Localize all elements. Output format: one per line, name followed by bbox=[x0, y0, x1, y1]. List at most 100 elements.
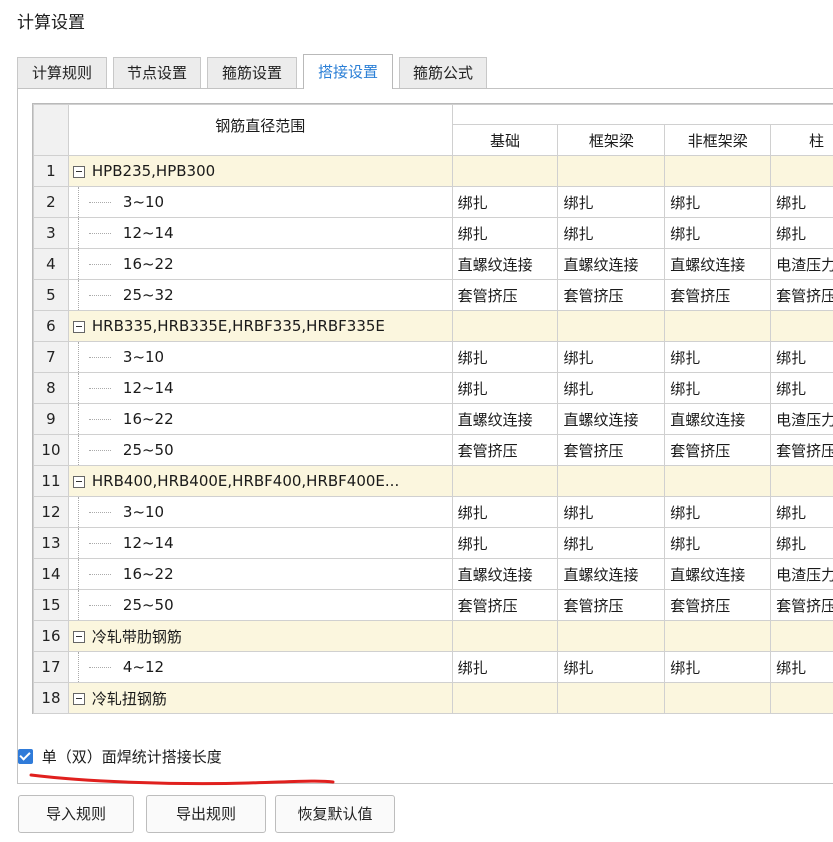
connection-method-cell[interactable] bbox=[557, 310, 666, 342]
checkbox-checked-icon[interactable] bbox=[18, 749, 33, 764]
diameter-range-cell[interactable]: 4~12 bbox=[67, 651, 453, 683]
connection-method-cell[interactable]: 绑扎 bbox=[557, 651, 666, 683]
connection-method-cell[interactable]: 直螺纹连接 bbox=[557, 403, 666, 435]
connection-method-cell[interactable]: 绑扎 bbox=[664, 341, 772, 373]
connection-method-cell[interactable]: 直螺纹连接 bbox=[557, 248, 666, 280]
connection-method-cell[interactable]: 电渣压力 bbox=[770, 248, 833, 280]
diameter-range-cell[interactable]: 25~50 bbox=[67, 589, 453, 621]
connection-method-cell[interactable]: 绑扎 bbox=[664, 372, 772, 404]
connection-method-cell[interactable]: 套管挤压 bbox=[557, 589, 666, 621]
table-row[interactable]: 1 HPB235,HPB300 bbox=[33, 155, 833, 187]
collapse-icon[interactable] bbox=[72, 320, 85, 333]
connection-method-cell[interactable]: 套管挤压 bbox=[770, 589, 833, 621]
connection-method-cell[interactable]: 绑扎 bbox=[664, 527, 772, 559]
group-row-label[interactable]: HRB335,HRB335E,HRBF335,HRBF335E bbox=[67, 310, 453, 342]
tab-stirrup-settings[interactable]: 箍筋设置 bbox=[207, 57, 297, 88]
table-row[interactable]: 14 16~22 直螺纹连接 直螺纹连接 直螺纹连接 电渣压力 bbox=[33, 558, 833, 590]
connection-method-cell[interactable]: 绑扎 bbox=[557, 527, 666, 559]
connection-method-cell[interactable]: 绑扎 bbox=[770, 713, 833, 714]
connection-method-cell[interactable]: 绑扎 bbox=[770, 372, 833, 404]
connection-method-cell[interactable]: 绑扎 bbox=[664, 217, 772, 249]
import-rules-button[interactable]: 导入规则 bbox=[18, 795, 134, 833]
connection-method-cell[interactable] bbox=[664, 682, 772, 714]
collapse-icon[interactable] bbox=[72, 631, 85, 643]
connection-method-cell[interactable]: 套管挤压 bbox=[664, 589, 772, 621]
table-row[interactable]: 17 4~12 绑扎 绑扎 绑扎 绑扎 bbox=[33, 651, 833, 683]
table-row[interactable]: 18 冷轧扭钢筋 bbox=[33, 682, 833, 714]
connection-method-cell[interactable]: 绑扎 bbox=[557, 713, 666, 714]
connection-method-cell[interactable]: 绑扎 bbox=[557, 217, 666, 249]
connection-method-cell[interactable]: 套管挤压 bbox=[557, 434, 666, 466]
connection-method-cell[interactable] bbox=[664, 155, 772, 187]
table-row[interactable]: 15 25~50 套管挤压 套管挤压 套管挤压 套管挤压 bbox=[33, 589, 833, 621]
table-row[interactable]: 13 12~14 绑扎 绑扎 绑扎 绑扎 bbox=[33, 527, 833, 559]
group-row-label[interactable]: 冷轧带肋钢筋 bbox=[67, 620, 453, 652]
export-rules-button[interactable]: 导出规则 bbox=[146, 795, 266, 833]
collapse-icon[interactable] bbox=[72, 165, 85, 178]
diameter-range-cell[interactable]: 25~32 bbox=[67, 279, 453, 311]
connection-method-cell[interactable]: 套管挤压 bbox=[664, 434, 772, 466]
connection-method-cell[interactable]: 绑扎 bbox=[664, 713, 772, 714]
connection-method-cell[interactable]: 套管挤压 bbox=[664, 279, 772, 311]
connection-method-cell[interactable] bbox=[451, 465, 559, 497]
connection-method-cell[interactable]: 绑扎 bbox=[451, 186, 559, 218]
connection-method-cell[interactable]: 绑扎 bbox=[451, 217, 559, 249]
connection-method-cell[interactable]: 绑扎 bbox=[770, 527, 833, 559]
connection-method-cell[interactable]: 绑扎 bbox=[664, 186, 772, 218]
connection-method-cell[interactable]: 绑扎 bbox=[770, 217, 833, 249]
connection-method-cell[interactable]: 套管挤压 bbox=[451, 434, 559, 466]
connection-method-cell[interactable]: 绑扎 bbox=[770, 186, 833, 218]
connection-method-cell[interactable] bbox=[664, 310, 772, 342]
connection-method-cell[interactable] bbox=[770, 155, 833, 187]
table-row[interactable]: 5 25~32 套管挤压 套管挤压 套管挤压 套管挤压 bbox=[33, 279, 833, 311]
table-row[interactable]: 4 16~22 直螺纹连接 直螺纹连接 直螺纹连接 电渣压力 bbox=[33, 248, 833, 280]
connection-method-cell[interactable]: 绑扎 bbox=[451, 651, 559, 683]
diameter-range-cell[interactable]: 16~22 bbox=[67, 403, 453, 435]
connection-method-cell[interactable]: 绑扎 bbox=[664, 651, 772, 683]
connection-method-cell[interactable] bbox=[770, 310, 833, 342]
table-row[interactable]: 10 25~50 套管挤压 套管挤压 套管挤压 套管挤压 bbox=[33, 434, 833, 466]
diameter-range-cell[interactable]: 16~22 bbox=[67, 558, 453, 590]
connection-method-cell[interactable]: 绑扎 bbox=[770, 496, 833, 528]
connection-method-cell[interactable] bbox=[451, 620, 559, 652]
table-row[interactable]: 11 HRB400,HRB400E,HRBF400,HRBF400E... bbox=[33, 465, 833, 497]
connection-method-cell[interactable]: 绑扎 bbox=[451, 341, 559, 373]
connection-method-cell[interactable]: 绑扎 bbox=[451, 713, 559, 714]
table-row[interactable]: 16 冷轧带肋钢筋 bbox=[33, 620, 833, 652]
group-row-label[interactable]: 冷轧扭钢筋 bbox=[67, 682, 453, 714]
connection-method-cell[interactable] bbox=[664, 465, 772, 497]
connection-method-cell[interactable] bbox=[451, 310, 559, 342]
connection-method-cell[interactable]: 绑扎 bbox=[451, 527, 559, 559]
connection-method-cell[interactable] bbox=[770, 620, 833, 652]
table-row[interactable]: 196.5~14绑扎绑扎绑扎绑扎 bbox=[33, 713, 833, 714]
table-row[interactable]: 9 16~22 直螺纹连接 直螺纹连接 直螺纹连接 电渣压力 bbox=[33, 403, 833, 435]
connection-method-cell[interactable]: 直螺纹连接 bbox=[664, 403, 772, 435]
connection-method-cell[interactable]: 套管挤压 bbox=[770, 434, 833, 466]
diameter-range-cell[interactable]: 3~10 bbox=[67, 186, 453, 218]
restore-defaults-button[interactable]: 恢复默认值 bbox=[275, 795, 395, 833]
collapse-icon[interactable] bbox=[72, 693, 85, 705]
connection-method-cell[interactable]: 直螺纹连接 bbox=[664, 558, 772, 590]
diameter-range-cell[interactable]: 12~14 bbox=[67, 372, 453, 404]
connection-method-cell[interactable] bbox=[664, 620, 772, 652]
table-row[interactable]: 6 HRB335,HRB335E,HRBF335,HRBF335E bbox=[33, 310, 833, 342]
diameter-range-cell[interactable]: 25~50 bbox=[67, 434, 453, 466]
collapse-icon[interactable] bbox=[72, 475, 85, 488]
connection-method-cell[interactable] bbox=[770, 682, 833, 714]
connection-method-cell[interactable]: 直螺纹连接 bbox=[557, 558, 666, 590]
table-row[interactable]: 3 12~14 绑扎 绑扎 绑扎 绑扎 bbox=[33, 217, 833, 249]
diameter-range-cell[interactable]: 12~14 bbox=[67, 527, 453, 559]
connection-method-cell[interactable]: 直螺纹连接 bbox=[664, 248, 772, 280]
connection-method-cell[interactable]: 套管挤压 bbox=[770, 279, 833, 311]
connection-method-cell[interactable]: 直螺纹连接 bbox=[451, 248, 559, 280]
connection-method-cell[interactable] bbox=[451, 155, 559, 187]
connection-method-cell[interactable]: 绑扎 bbox=[557, 496, 666, 528]
connection-method-cell[interactable]: 绑扎 bbox=[451, 372, 559, 404]
diameter-range-cell[interactable]: 3~10 bbox=[67, 341, 453, 373]
weld-lap-length-option[interactable]: 单（双）面焊统计搭接长度 bbox=[18, 746, 222, 767]
connection-method-cell[interactable]: 套管挤压 bbox=[451, 279, 559, 311]
connection-method-cell[interactable]: 套管挤压 bbox=[451, 589, 559, 621]
connection-method-cell[interactable] bbox=[557, 155, 666, 187]
connection-method-cell[interactable]: 绑扎 bbox=[557, 186, 666, 218]
connection-method-cell[interactable] bbox=[557, 620, 666, 652]
